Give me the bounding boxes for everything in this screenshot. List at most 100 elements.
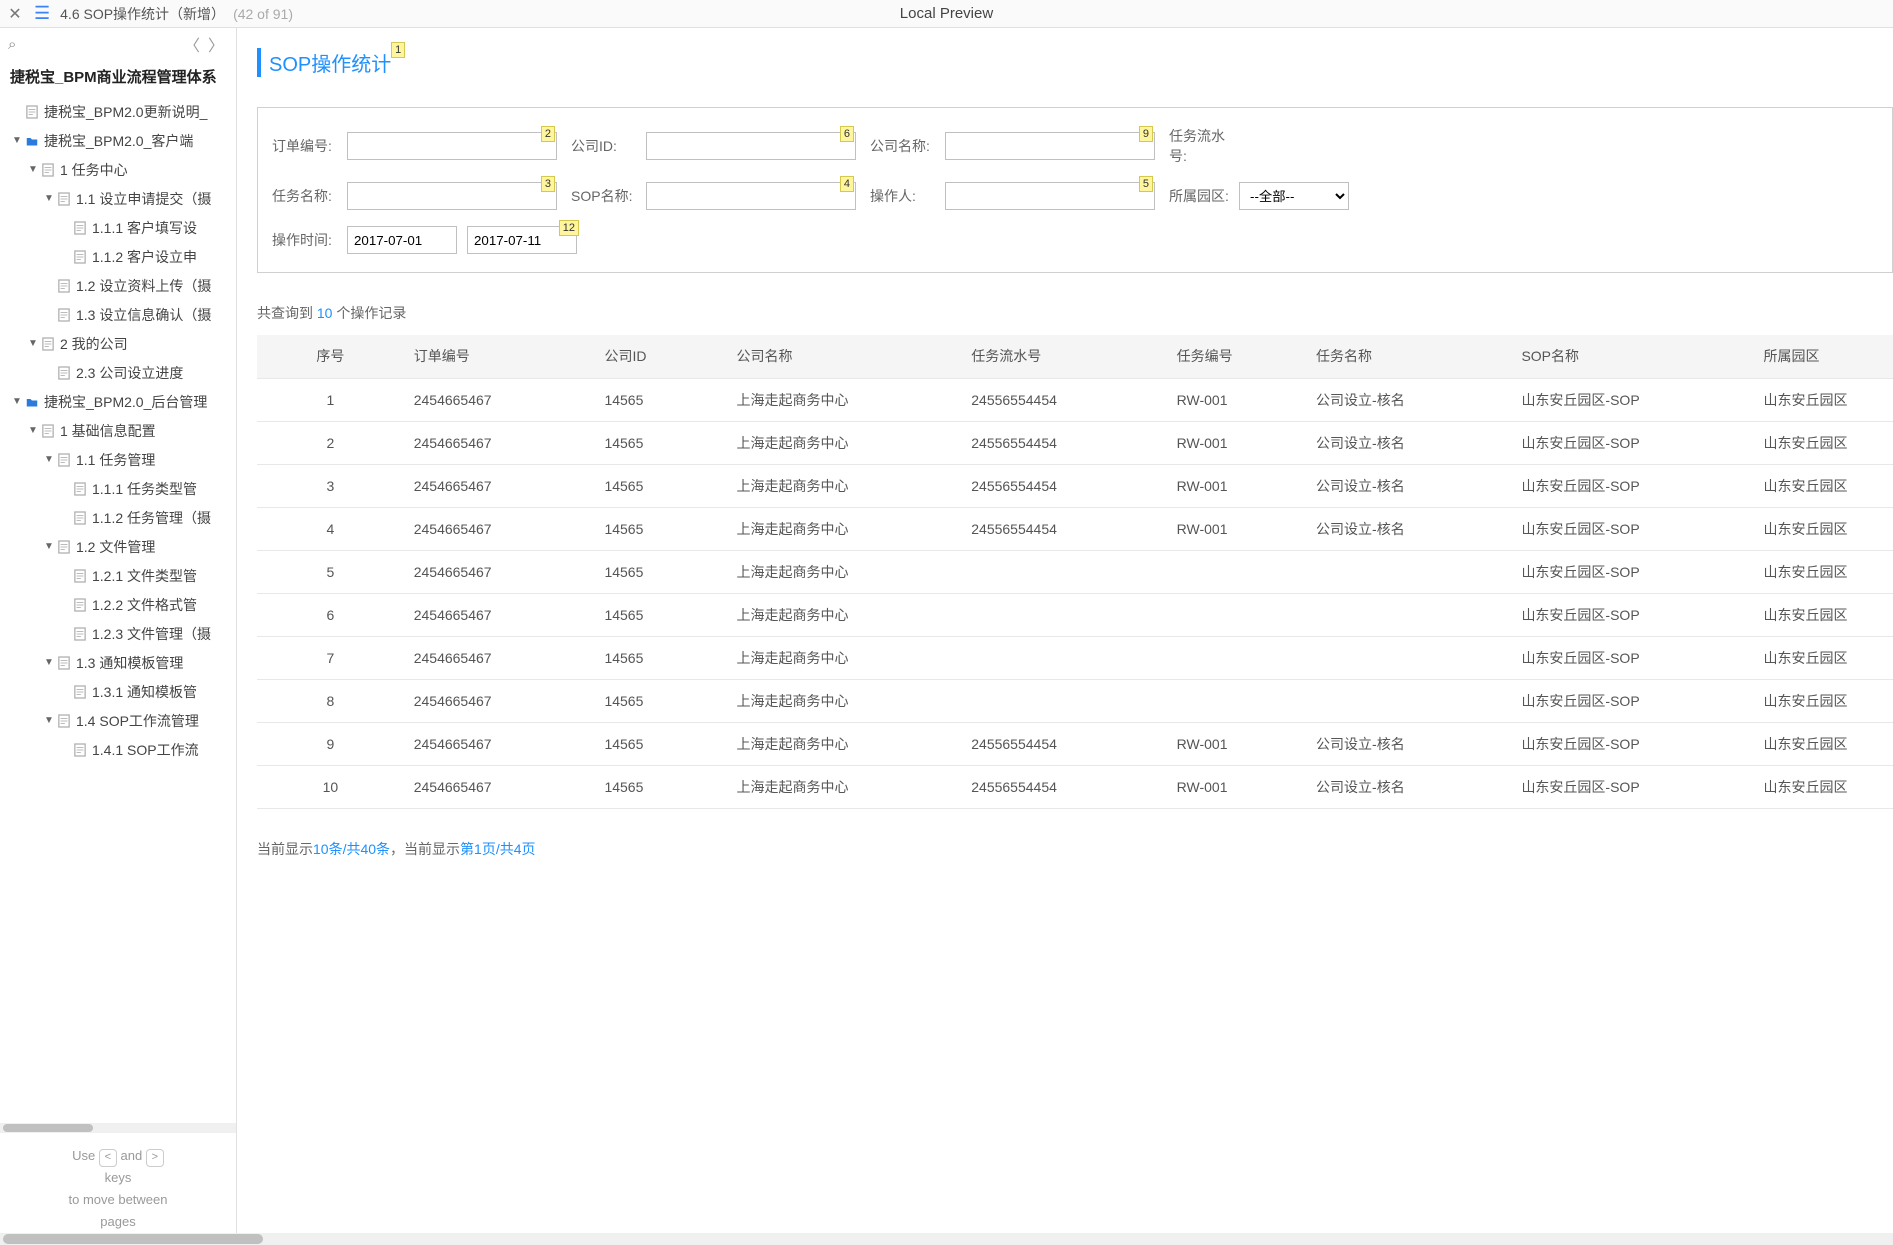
col-company-id: 公司ID bbox=[594, 335, 726, 378]
tree-node[interactable]: 1.1.2 客户设立申 bbox=[0, 242, 236, 271]
tree-node[interactable]: 1.1.2 任务管理（摄 bbox=[0, 503, 236, 532]
chevron-icon: ▼ bbox=[42, 657, 56, 668]
table-row[interactable]: 2245466546714565上海走起商务中心24556554454RW-00… bbox=[257, 421, 1893, 464]
tree-node[interactable]: 1.2 设立资料上传（摄 bbox=[0, 271, 236, 300]
search-form: 订单编号: 2 公司ID: 6 公司名称: 9 bbox=[257, 107, 1893, 273]
tree-node[interactable]: 1.3 设立信息确认（摄 bbox=[0, 300, 236, 329]
folder-icon bbox=[24, 395, 40, 409]
chevron-icon: ▼ bbox=[42, 715, 56, 726]
park-label: 所属园区: bbox=[1169, 186, 1239, 206]
sop-name-input[interactable] bbox=[646, 182, 856, 210]
tree-label: 捷税宝_BPM2.0更新说明_ bbox=[44, 102, 207, 122]
table-row[interactable]: 6245466546714565上海走起商务中心山东安丘园区-SOP山东安丘园区 bbox=[257, 593, 1893, 636]
tree-node[interactable]: ▼捷税宝_BPM2.0_后台管理 bbox=[0, 387, 236, 416]
tree-node[interactable]: 1.1.1 任务类型管 bbox=[0, 474, 236, 503]
document-icon bbox=[56, 656, 72, 670]
company-name-input[interactable] bbox=[945, 132, 1155, 160]
park-select[interactable]: --全部-- bbox=[1239, 182, 1349, 210]
company-id-input[interactable] bbox=[646, 132, 856, 160]
document-icon bbox=[40, 163, 56, 177]
document-icon bbox=[72, 743, 88, 757]
task-name-input[interactable] bbox=[347, 182, 557, 210]
results-table: 序号 订单编号 公司ID 公司名称 任务流水号 任务编号 任务名称 SOP名称 … bbox=[257, 335, 1893, 809]
table-row[interactable]: 4245466546714565上海走起商务中心24556554454RW-00… bbox=[257, 507, 1893, 550]
annotation-badge: 9 bbox=[1139, 126, 1153, 142]
tree-label: 1.2.2 文件格式管 bbox=[92, 595, 197, 615]
task-flow-label: 任务流水号: bbox=[1169, 126, 1229, 166]
sidebar-h-scrollbar[interactable] bbox=[0, 1123, 236, 1133]
prev-page-icon[interactable]: 〈 bbox=[180, 32, 204, 56]
table-row[interactable]: 7245466546714565上海走起商务中心山东安丘园区-SOP山东安丘园区 bbox=[257, 636, 1893, 679]
tree-node[interactable]: 1.4.1 SOP工作流 bbox=[0, 735, 236, 764]
company-id-label: 公司ID: bbox=[571, 136, 646, 156]
result-summary: 共查询到 10 个操作记录 bbox=[257, 303, 1893, 323]
document-icon bbox=[56, 308, 72, 322]
tree-node[interactable]: ▼ 1.1 设立申请提交（摄 bbox=[0, 184, 236, 213]
key-right-icon: > bbox=[146, 1149, 164, 1167]
chevron-icon: ▼ bbox=[26, 425, 40, 436]
search-icon[interactable]: ⌕ bbox=[8, 36, 16, 53]
document-icon bbox=[72, 598, 88, 612]
chevron-icon: ▼ bbox=[26, 164, 40, 175]
hamburger-icon[interactable]: ☰ bbox=[34, 3, 50, 24]
next-page-icon[interactable]: 〉 bbox=[204, 32, 228, 56]
tree-label: 1.3.1 通知模板管 bbox=[92, 682, 197, 702]
tree-node[interactable]: ▼ 1.2 文件管理 bbox=[0, 532, 236, 561]
document-icon bbox=[40, 424, 56, 438]
tree-node[interactable]: 1.3.1 通知模板管 bbox=[0, 677, 236, 706]
bottom-h-scrollbar[interactable] bbox=[0, 1233, 1893, 1245]
sidebar-help: Use < and > keys to move between pages bbox=[0, 1133, 236, 1233]
order-no-input[interactable] bbox=[347, 132, 557, 160]
tree-node[interactable]: 1.2.1 文件类型管 bbox=[0, 561, 236, 590]
document-icon bbox=[56, 714, 72, 728]
operator-input[interactable] bbox=[945, 182, 1155, 210]
order-no-label: 订单编号: bbox=[272, 136, 347, 156]
tree-node[interactable]: ▼1.4 SOP工作流管理 bbox=[0, 706, 236, 735]
table-row[interactable]: 1245466546714565上海走起商务中心24556554454RW-00… bbox=[257, 378, 1893, 421]
tree-label: 1.2.1 文件类型管 bbox=[92, 566, 197, 586]
tree-label: 1.2 文件管理 bbox=[76, 537, 155, 557]
tree-node[interactable]: ▼ 1 任务中心 bbox=[0, 155, 236, 184]
annotation-badge: 5 bbox=[1139, 176, 1153, 192]
table-row[interactable]: 8245466546714565上海走起商务中心山东安丘园区-SOP山东安丘园区 bbox=[257, 679, 1893, 722]
table-row[interactable]: 5245466546714565上海走起商务中心山东安丘园区-SOP山东安丘园区 bbox=[257, 550, 1893, 593]
tree-label: 1.1.2 客户设立申 bbox=[92, 247, 197, 267]
tree-label: 1.4.1 SOP工作流 bbox=[92, 740, 199, 760]
col-task-flow: 任务流水号 bbox=[961, 335, 1166, 378]
tree-node[interactable]: 1.2.3 文件管理（摄 bbox=[0, 619, 236, 648]
date-from-input[interactable] bbox=[347, 226, 457, 254]
tree-label: 1.1 设立申请提交（摄 bbox=[76, 189, 211, 209]
tree-node[interactable]: ▼1.3 通知模板管理 bbox=[0, 648, 236, 677]
tree-node[interactable]: 2.3 公司设立进度 bbox=[0, 358, 236, 387]
table-row[interactable]: 9245466546714565上海走起商务中心24556554454RW-00… bbox=[257, 722, 1893, 765]
table-row[interactable]: 10245466546714565上海走起商务中心24556554454RW-0… bbox=[257, 765, 1893, 808]
tree-node[interactable]: 1.2.2 文件格式管 bbox=[0, 590, 236, 619]
tree-label: 1.1.2 任务管理（摄 bbox=[92, 508, 211, 528]
chevron-icon: ▼ bbox=[42, 193, 56, 204]
sop-name-label: SOP名称: bbox=[571, 186, 646, 206]
document-icon bbox=[72, 482, 88, 496]
tree-label: 2 我的公司 bbox=[60, 334, 128, 354]
tree-node[interactable]: 1.1.1 客户填写设 bbox=[0, 213, 236, 242]
annotation-badge: 4 bbox=[840, 176, 854, 192]
tree-label: 1 基础信息配置 bbox=[60, 421, 156, 441]
chevron-icon: ▼ bbox=[42, 541, 56, 552]
tree-node[interactable]: ▼1.1 任务管理 bbox=[0, 445, 236, 474]
local-preview-label: Local Preview bbox=[900, 5, 993, 22]
document-icon bbox=[72, 569, 88, 583]
document-icon bbox=[56, 453, 72, 467]
close-icon[interactable]: ✕ bbox=[6, 5, 24, 23]
chevron-icon: ▼ bbox=[10, 135, 24, 146]
tree-label: 1.3 设立信息确认（摄 bbox=[76, 305, 211, 325]
document-icon bbox=[56, 366, 72, 380]
op-time-label: 操作时间: bbox=[272, 230, 347, 250]
pagination-info: 当前显示10条/共40条，当前显示第1页/共4页 bbox=[257, 839, 1893, 859]
tree-label: 1 任务中心 bbox=[60, 160, 128, 180]
tree-node[interactable]: ▼2 我的公司 bbox=[0, 329, 236, 358]
tree-node[interactable]: 捷税宝_BPM2.0更新说明_ bbox=[0, 97, 236, 126]
tree-node[interactable]: ▼捷税宝_BPM2.0_客户端 bbox=[0, 126, 236, 155]
tree-node[interactable]: ▼ 1 基础信息配置 bbox=[0, 416, 236, 445]
annotation-badge: 1 bbox=[391, 42, 405, 58]
table-row[interactable]: 3245466546714565上海走起商务中心24556554454RW-00… bbox=[257, 464, 1893, 507]
main-preview: SOP操作统计 1 订单编号: 2 公司ID: 6 bbox=[237, 28, 1893, 1233]
